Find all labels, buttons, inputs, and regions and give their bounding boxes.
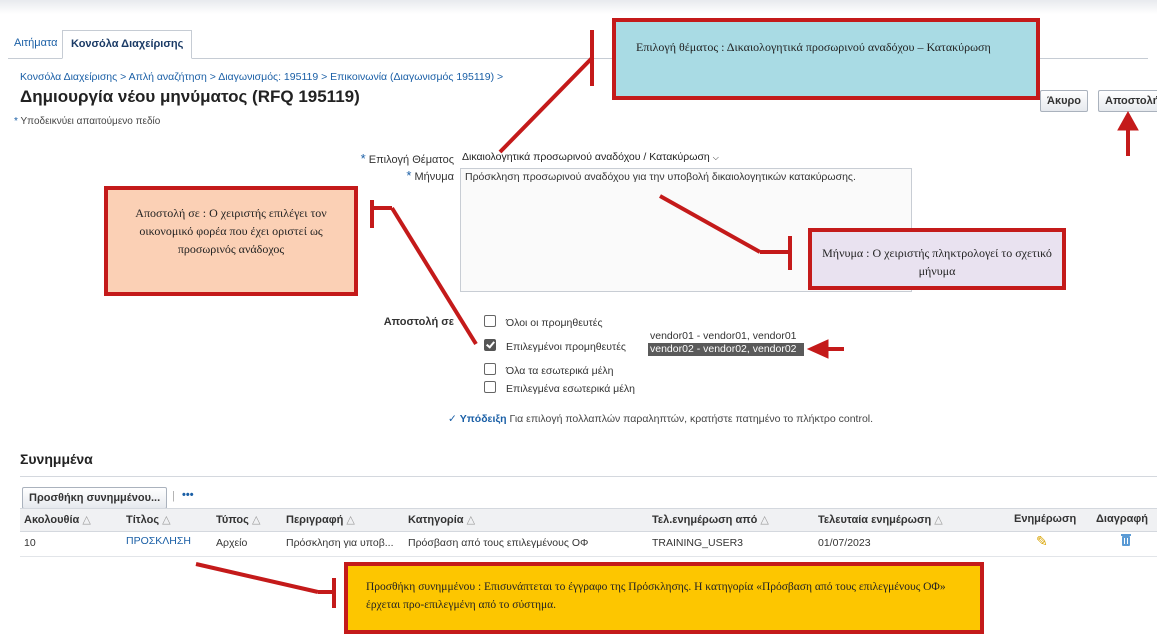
- annotation-attachment-text: Προσθήκη συνημμένου : Επισυνάπτεται το έ…: [366, 581, 946, 611]
- annotation-send-to-text: Αποστολή σε : Ο χειριστής επιλέγει τον ο…: [135, 206, 327, 256]
- annotation-attachment: Προσθήκη συνημμένου : Επισυνάπτεται το έ…: [344, 562, 984, 634]
- sendto-callout-pointer: [390, 206, 478, 346]
- annotation-subject: Επιλογή θέματος : Δικαιολογητικά προσωρι…: [612, 18, 1040, 100]
- annotation-message-text: Μήνυμα : Ο χειριστής πληκτρολογεί το σχε…: [822, 246, 1052, 278]
- annotation-message: Μήνυμα : Ο χειριστής πληκτρολογεί το σχε…: [808, 228, 1066, 290]
- subject-callout-line: [498, 56, 594, 154]
- attachment-callout-line: [195, 562, 319, 594]
- vendor-arrow-head: [806, 339, 829, 359]
- annotation-subject-text: Επιλογή θέματος : Δικαιολογητικά προσωρι…: [636, 40, 991, 54]
- annotation-send-to: Αποστολή σε : Ο χειριστής επιλέγει τον ο…: [104, 186, 358, 296]
- send-arrow-head: [1117, 110, 1139, 131]
- message-callout-line: [659, 194, 761, 254]
